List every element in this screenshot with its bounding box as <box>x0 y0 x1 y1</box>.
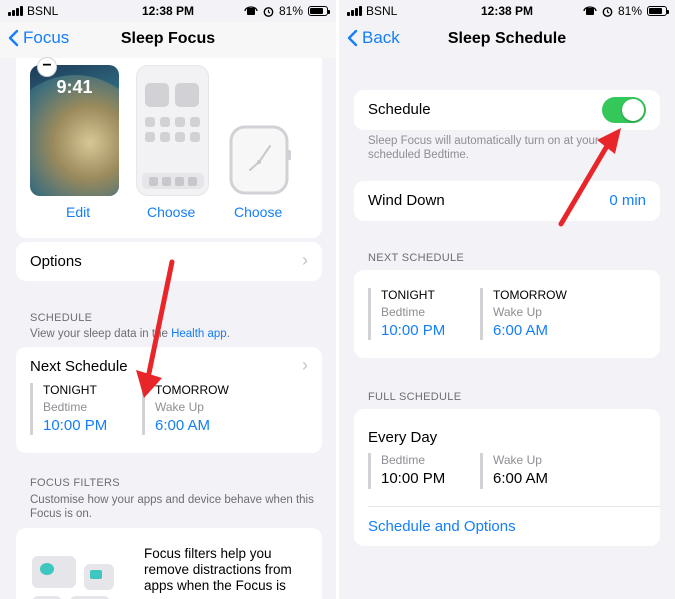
navigation-bar: Focus Sleep Focus <box>0 22 336 58</box>
focus-filters-text: Focus filters help you remove distractio… <box>144 546 292 593</box>
wakeup-block: TOMORROW Wake Up 6:00 AM <box>480 288 567 340</box>
schedule-toggle[interactable] <box>602 97 646 123</box>
alarm-icon <box>263 6 274 17</box>
lock-screen-preview[interactable]: 9:41 <box>30 65 119 196</box>
full-schedule-card: Every Day Bedtime 10:00 PM Wake Up 6:00 … <box>354 409 660 546</box>
wind-down-value: 0 min <box>609 192 646 209</box>
health-app-link[interactable]: Health app <box>171 328 227 340</box>
battery-percent: 81% <box>278 4 303 18</box>
schedule-description: View your sleep data in the Health app. <box>30 328 230 340</box>
bedtime-value: 10:00 PM <box>43 417 108 434</box>
wind-down-row[interactable]: Wind Down 0 min <box>354 181 660 221</box>
page-title: Sleep Schedule <box>447 30 567 47</box>
edit-button[interactable]: Edit <box>66 204 90 220</box>
schedule-toggle-row: Schedule <box>354 90 660 130</box>
bedtime-block[interactable]: Bedtime 10:00 PM <box>368 453 445 489</box>
row-separator <box>368 506 660 507</box>
sleep-focus-screen: BSNL 12:38 PM 81% Focus Sleep Focus 9:41… <box>0 0 336 599</box>
lock-rotation-icon <box>244 6 258 15</box>
focus-filters-description: Customise how your apps and device behav… <box>30 494 314 520</box>
schedule-and-options-link[interactable]: Schedule and Options <box>368 518 516 535</box>
focus-filters-header: FOCUS FILTERS <box>30 477 120 489</box>
message-icon <box>40 563 54 575</box>
wakeup-block: TOMORROW Wake Up 6:00 AM <box>142 383 229 435</box>
options-label: Options <box>30 253 82 270</box>
wakeup-value: 6:00 AM <box>493 470 549 487</box>
remove-icon[interactable]: − <box>38 58 56 76</box>
filter-illustration <box>32 556 132 599</box>
bedtime-value: 10:00 PM <box>381 470 446 487</box>
chevron-right-icon: › <box>302 355 308 375</box>
chevron-right-icon: › <box>302 250 308 270</box>
navigation-bar: Back Sleep Schedule <box>339 22 675 58</box>
choose-watch-button[interactable]: Choose <box>234 204 282 220</box>
mail-icon <box>90 570 102 579</box>
next-schedule-card[interactable]: TONIGHT Bedtime 10:00 PM TOMORROW Wake U… <box>354 270 660 358</box>
wallpaper-gallery: 9:41 − Edit Choose Choose <box>16 58 322 238</box>
every-day-label: Every Day <box>368 429 438 446</box>
lock-rotation-icon <box>583 6 597 15</box>
status-bar: BSNL 12:38 PM 81% <box>0 0 336 22</box>
next-schedule-label: Next Schedule <box>30 358 128 375</box>
options-row[interactable]: Options › <box>16 242 322 281</box>
status-bar: BSNL 12:38 PM 81% <box>339 0 675 22</box>
choose-home-button[interactable]: Choose <box>147 204 195 220</box>
full-schedule-header: FULL SCHEDULE <box>368 391 462 403</box>
battery-percent: 81% <box>617 4 642 18</box>
battery-icon <box>308 6 330 16</box>
page-title: Sleep Focus <box>120 30 216 47</box>
wakeup-block[interactable]: Wake Up 6:00 AM <box>480 453 548 489</box>
schedule-section-header: SCHEDULE <box>30 312 93 324</box>
home-screen-preview[interactable] <box>136 65 209 196</box>
schedule-note: Sleep Focus will automatically turn on a… <box>368 135 599 161</box>
focus-filters-card: Focus filters help you remove distractio… <box>16 528 322 599</box>
watch-face-icon[interactable] <box>228 124 294 196</box>
lock-screen-time: 9:41 <box>56 77 93 97</box>
sleep-schedule-screen: BSNL 12:38 PM 81% Back Sleep Schedule Sc… <box>339 0 675 599</box>
alarm-icon <box>602 6 613 17</box>
next-schedule-header: NEXT SCHEDULE <box>368 252 464 264</box>
wakeup-value: 6:00 AM <box>155 417 211 434</box>
bedtime-value: 10:00 PM <box>381 322 446 339</box>
wakeup-value: 6:00 AM <box>493 322 549 339</box>
schedule-label: Schedule <box>368 101 431 118</box>
bedtime-block: TONIGHT Bedtime 10:00 PM <box>30 383 107 435</box>
battery-icon <box>647 6 669 16</box>
next-schedule-card[interactable]: Next Schedule › TONIGHT Bedtime 10:00 PM… <box>16 347 322 453</box>
bedtime-block: TONIGHT Bedtime 10:00 PM <box>368 288 445 340</box>
wind-down-label: Wind Down <box>368 192 445 209</box>
